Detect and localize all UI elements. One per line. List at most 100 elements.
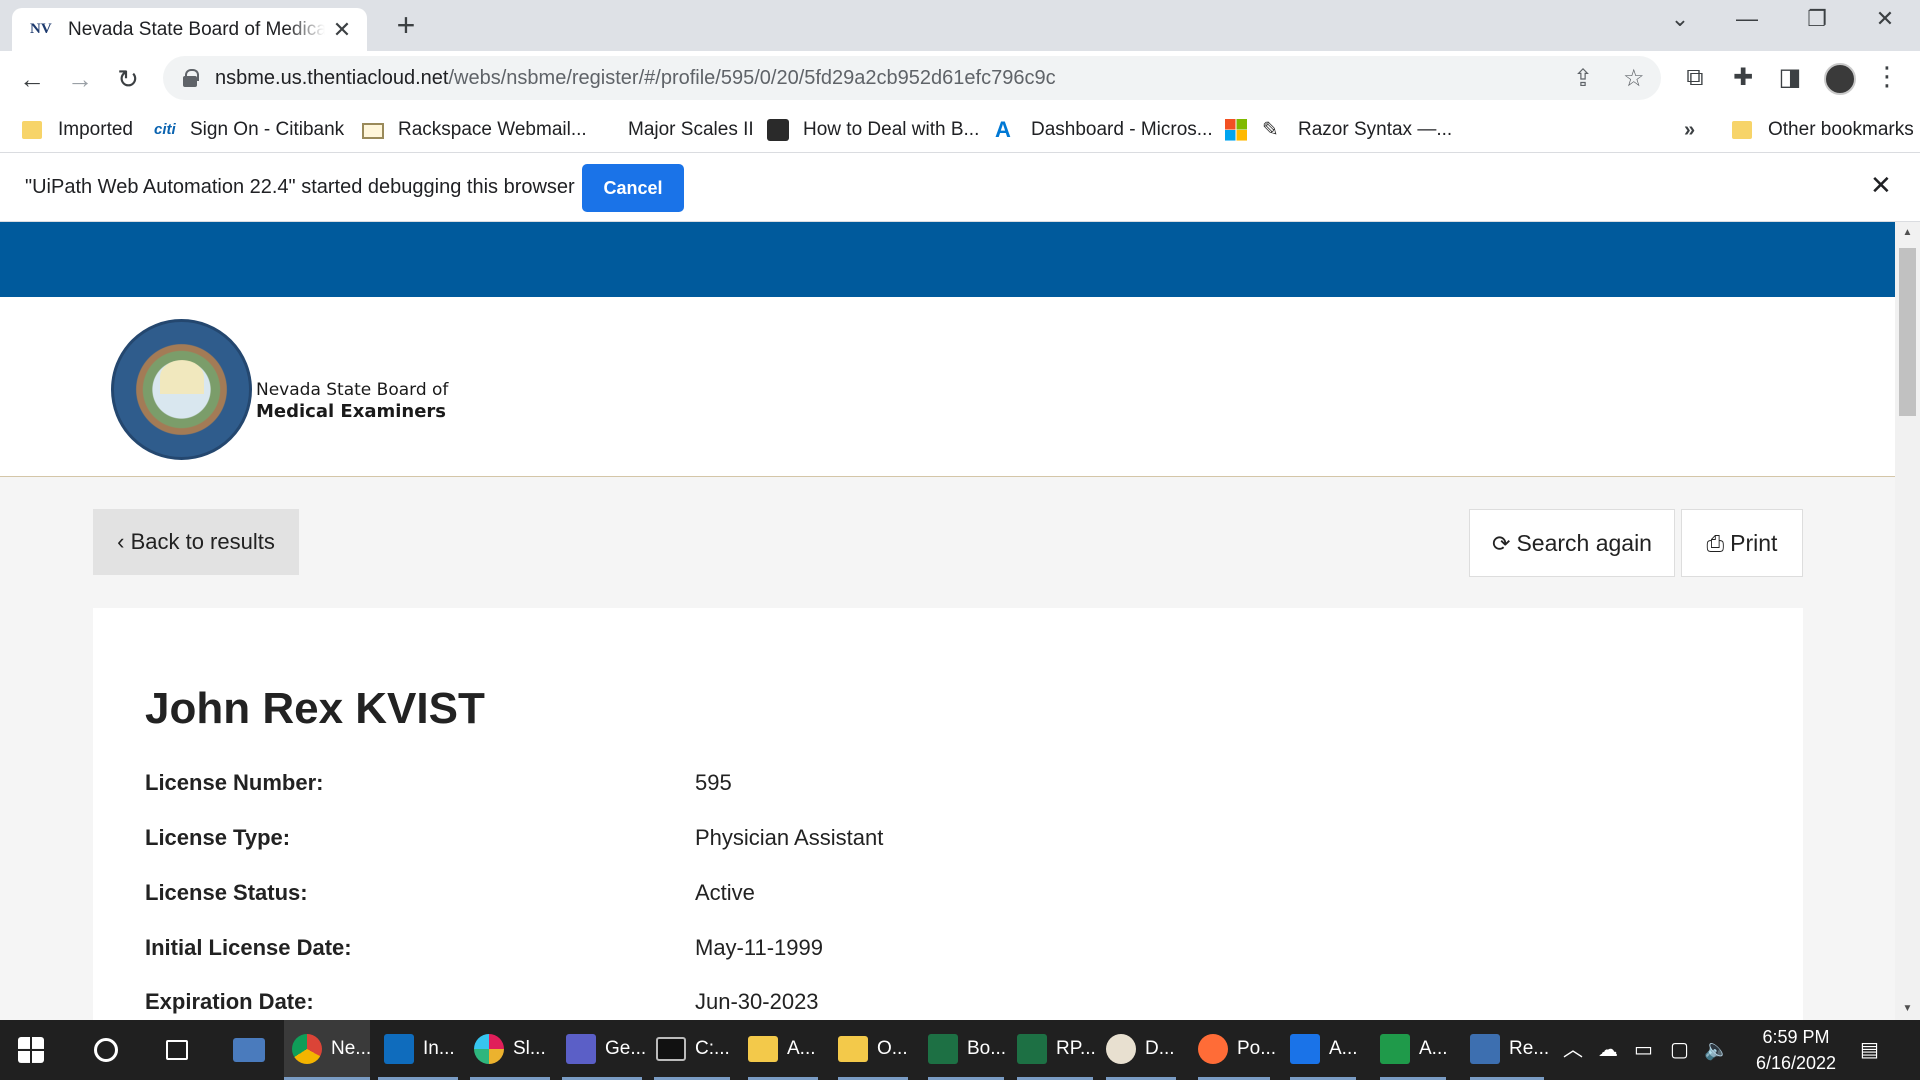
tab-search-icon[interactable]: ⌄	[1660, 6, 1700, 32]
tray-chevron-icon[interactable]: ︿	[1563, 1020, 1583, 1080]
taskbar-explorer-o[interactable]: O...	[838, 1020, 908, 1080]
excel-icon	[1017, 1033, 1047, 1064]
taskbar-player[interactable]: A...	[1380, 1020, 1448, 1080]
bookmark-microsoft[interactable]	[1225, 115, 1261, 145]
taskbar-teams[interactable]: Ge...	[562, 1020, 646, 1080]
bookmark-dashboard[interactable]: A Dashboard - Micros...	[995, 115, 1213, 145]
taskbar-dbeaver[interactable]: D...	[1106, 1020, 1176, 1080]
taskbar-label: A...	[1329, 1037, 1358, 1059]
taskbar-label: Bo...	[967, 1037, 1007, 1059]
side-panel-icon[interactable]: ◨	[1775, 63, 1805, 93]
url-host: nsbme.us.thentiacloud.net	[215, 66, 449, 89]
site-header: Nevada State Board of Medical Examiners	[0, 297, 1895, 477]
forward-arrow-icon[interactable]: →	[62, 61, 98, 97]
org-name[interactable]: Nevada State Board of Medical Examiners	[256, 379, 448, 423]
org-name-line2: Medical Examiners	[256, 401, 447, 422]
taskbar-excel-bo[interactable]: Bo...	[928, 1020, 1007, 1080]
bookmarks-overflow-chevron[interactable]: »	[1684, 119, 1695, 142]
print-label: Print	[1730, 530, 1778, 556]
nevada-seal-logo[interactable]	[111, 319, 252, 460]
reload-icon[interactable]: ↻	[110, 61, 146, 97]
restore-button[interactable]: ❐	[1797, 6, 1837, 32]
scroll-thumb[interactable]	[1899, 248, 1916, 416]
microsoft-icon	[1225, 119, 1247, 141]
other-bookmarks[interactable]: Other bookmarks	[1732, 115, 1914, 145]
bookmarks-bar: Imported citi Sign On - Citibank Rackspa…	[0, 107, 1920, 153]
teams-icon	[566, 1033, 596, 1064]
taskbar-sharepoint[interactable]: A...	[1290, 1020, 1358, 1080]
book-icon	[767, 119, 789, 141]
taskbar-chrome[interactable]: Ne...	[284, 1020, 371, 1080]
taskbar-label: O...	[877, 1037, 908, 1059]
profile-avatar[interactable]	[1824, 63, 1856, 95]
postman-icon	[1198, 1033, 1228, 1064]
extensions-puzzle-icon[interactable]: ✚	[1728, 63, 1758, 93]
remote-desktop-icon	[1470, 1033, 1500, 1064]
initial-license-date-value: May-11-1999	[695, 935, 823, 960]
minimize-button[interactable]: —	[1727, 6, 1767, 32]
mail-icon	[362, 123, 384, 139]
start-button[interactable]	[18, 1020, 44, 1080]
bookmark-label: Rackspace Webmail...	[398, 119, 587, 140]
taskbar-label: Re...	[1509, 1037, 1550, 1059]
computer-icon	[233, 1038, 265, 1062]
taskbar-excel-rp[interactable]: RP...	[1017, 1020, 1096, 1080]
person-name: John Rex KVIST	[145, 684, 485, 733]
scroll-down-arrow-icon[interactable]: ▼	[1895, 998, 1920, 1020]
task-view-button[interactable]	[166, 1020, 188, 1080]
taskbar-outlook[interactable]: In...	[378, 1020, 458, 1080]
tab-favicon: NV	[30, 21, 52, 37]
bookmark-razor-syntax[interactable]: ✎ Razor Syntax —...	[1262, 115, 1452, 145]
taskbar-clock[interactable]: 6:59 PM 6/16/2022	[1741, 1024, 1851, 1076]
back-to-results-button[interactable]: ‹ Back to results	[93, 509, 299, 575]
url-path: /webs/nsbme/register/#/profile/595/0/20/…	[448, 66, 1056, 89]
search-circle-icon	[94, 1038, 118, 1062]
share-icon[interactable]: ⇪	[1573, 64, 1593, 93]
bookmark-how-to-deal[interactable]: How to Deal with B...	[767, 115, 979, 145]
lock-icon[interactable]	[183, 69, 199, 87]
page-scrollbar[interactable]: ▲ ▼	[1895, 222, 1920, 1020]
folder-icon	[22, 121, 42, 139]
taskbar-label: In...	[423, 1037, 455, 1059]
back-arrow-icon[interactable]: ←	[14, 61, 50, 97]
browser-toolbar: ← → ↻ nsbme.us.thentiacloud.net/webs/nsb…	[0, 51, 1920, 107]
azure-icon: A	[995, 117, 1011, 142]
scroll-up-arrow-icon[interactable]: ▲	[1895, 222, 1920, 244]
network-icon[interactable]: ▢	[1670, 1020, 1689, 1080]
menu-kebab-icon[interactable]: ⋮	[1874, 61, 1900, 92]
onedrive-cloud-icon[interactable]: ☁	[1598, 1020, 1618, 1080]
taskbar-slack[interactable]: Sl...	[470, 1020, 550, 1080]
taskbar-postman[interactable]: Po...	[1198, 1020, 1276, 1080]
license-number-label: License Number:	[145, 770, 324, 795]
task-view-icon	[166, 1040, 188, 1060]
page-viewport: Nevada State Board of Medical Examiners …	[0, 222, 1895, 1020]
browser-tab[interactable]: NV Nevada State Board of Medical Examine…	[12, 8, 367, 51]
infobar-close-icon[interactable]: ✕	[1870, 170, 1892, 201]
taskbar-explorer-a[interactable]: A...	[748, 1020, 818, 1080]
taskbar-remote-desktop[interactable]: Re...	[1470, 1020, 1549, 1080]
new-tab-button[interactable]: +	[390, 8, 422, 42]
extension-uipath-icon[interactable]: ⧉	[1680, 63, 1710, 93]
print-button[interactable]: ⎙ Print	[1681, 509, 1803, 577]
battery-icon[interactable]: ▭	[1634, 1020, 1653, 1080]
search-again-button[interactable]: ⟳ Search again	[1469, 509, 1675, 577]
bookmark-star-icon[interactable]: ☆	[1623, 64, 1645, 93]
taskbar-command-prompt[interactable]: C:...	[654, 1020, 730, 1080]
clock-date: 6/16/2022	[1755, 1053, 1837, 1073]
bookmark-citibank[interactable]: citi Sign On - Citibank	[154, 115, 344, 145]
debug-infobar: "UiPath Web Automation 22.4" started deb…	[0, 154, 1920, 222]
bookmark-rackspace[interactable]: Rackspace Webmail...	[362, 115, 587, 145]
address-bar[interactable]: nsbme.us.thentiacloud.net/webs/nsbme/reg…	[163, 56, 1661, 100]
search-button[interactable]	[94, 1020, 118, 1080]
bookmark-label: Razor Syntax —...	[1298, 119, 1453, 140]
volume-icon[interactable]: 🔈	[1704, 1020, 1729, 1080]
desktop-app-button[interactable]	[233, 1020, 265, 1080]
cancel-debug-button[interactable]: Cancel	[582, 164, 684, 212]
close-window-button[interactable]: ✕	[1865, 6, 1905, 32]
expiration-date-label: Expiration Date:	[145, 989, 314, 1014]
bookmark-major-scales[interactable]: Major Scales II	[604, 115, 754, 145]
bookmark-imported[interactable]: Imported	[22, 115, 133, 145]
tab-close-icon[interactable]: ✕	[329, 17, 355, 43]
notification-center-icon[interactable]: ▤	[1860, 1020, 1879, 1080]
tab-title: Nevada State Board of Medical Examiners	[68, 18, 325, 40]
